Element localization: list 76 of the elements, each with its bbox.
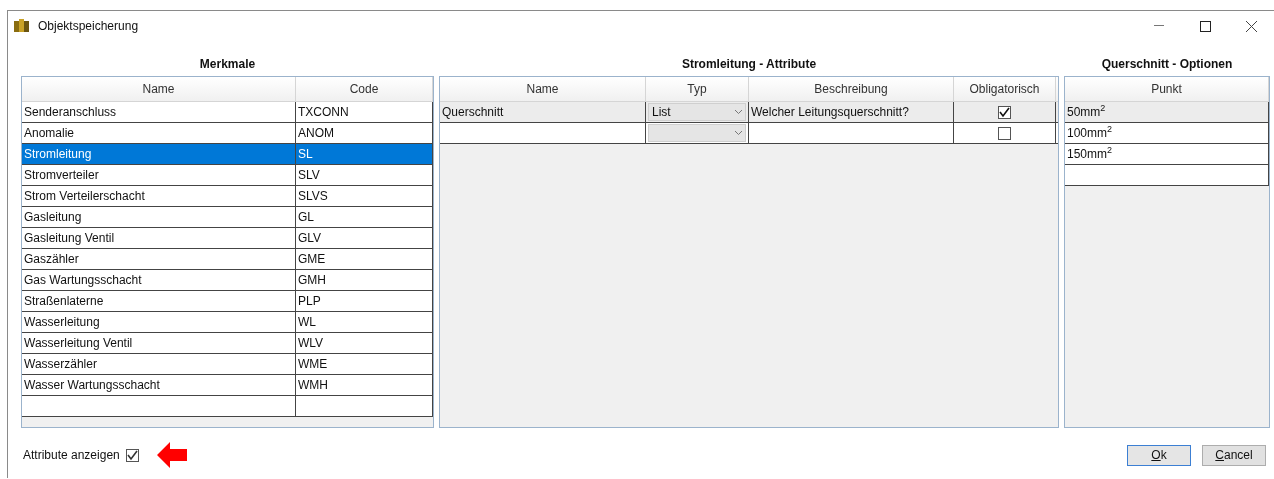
section-heading: Merkmale [199, 55, 256, 73]
table-row[interactable]: Gasleitung Ventil GLV [22, 228, 433, 249]
column-header[interactable]: Name [22, 77, 296, 101]
table-cell[interactable]: 100mm$^{2}$ [1065, 123, 1269, 143]
table-cell: Anomalie [22, 123, 296, 143]
table-row[interactable]: Stromleitung SL [22, 144, 433, 165]
close-icon [1245, 20, 1257, 32]
chevron-down-icon [735, 110, 742, 114]
table-cell: ANOM [296, 123, 433, 143]
table-cell: Wasserleitung [22, 312, 296, 332]
table-cell: Stromverteiler [22, 165, 296, 185]
table-cell: PLP [296, 291, 433, 311]
table-cell: GMH [296, 270, 433, 290]
table-cell: Welcher Leitungsquerschnitt? [749, 102, 954, 122]
table-cell: GME [296, 249, 433, 269]
table-cell: Senderanschluss [22, 102, 296, 122]
column-header[interactable]: Obligatorisch [954, 77, 1056, 101]
table-row[interactable]: Wasser Wartungsschacht WMH [22, 375, 433, 396]
maximize-icon [1199, 20, 1211, 32]
checkbox-label: Attribute anzeigen [23, 447, 120, 464]
table-row[interactable]: Stromverteiler SLV [22, 165, 433, 186]
table-cell: SLV [296, 165, 433, 185]
chevron-down-icon [735, 131, 742, 135]
minimize-icon [1154, 25, 1164, 27]
column-header[interactable]: Beschreibung [749, 77, 954, 101]
table-row[interactable]: Straßenlaterne PLP [22, 291, 433, 312]
table-row[interactable]: Senderanschluss TXCONN [22, 102, 433, 123]
table-cell: Querschnitt [440, 102, 646, 122]
table-row[interactable]: Gasleitung GL [22, 207, 433, 228]
table-cell: WMH [296, 375, 433, 395]
books-icon [14, 19, 30, 33]
table-row[interactable]: Strom Verteilerschacht SLVS [22, 186, 433, 207]
section-heading: Querschnitt - Optionen [1101, 55, 1233, 73]
ok-button[interactable]: Ok [1127, 444, 1191, 466]
checkbox[interactable] [998, 126, 1011, 140]
table-cell: GLV [296, 228, 433, 248]
table-row[interactable]: Querschnitt List Welcher Leitungsquerschnitt? [440, 102, 1058, 123]
table-row[interactable]: Wasserleitung Ventil WLV [22, 333, 433, 354]
cancel-button[interactable]: Cancel [1202, 444, 1266, 466]
table-cell: SLVS [296, 186, 433, 206]
table-cell[interactable]: 150mm$^{2}$ [1065, 144, 1269, 164]
table-cell: Gaszähler [22, 249, 296, 269]
type-dropdown[interactable]: List [648, 103, 746, 121]
table-cell: Straßenlaterne [22, 291, 296, 311]
table-row[interactable] [440, 123, 1058, 144]
table-row[interactable]: Wasserzähler WME [22, 354, 433, 375]
check-icon [126, 449, 138, 461]
table-cell: Gas Wartungsschacht [22, 270, 296, 290]
table-cell: Wasserleitung Ventil [22, 333, 296, 353]
table-cell: Wasserzähler [22, 354, 296, 374]
table-row[interactable]: Gaszähler GME [22, 249, 433, 270]
table-cell: WL [296, 312, 433, 332]
arrow-icon [156, 442, 187, 468]
table-row[interactable]: Anomalie ANOM [22, 123, 433, 144]
column-header[interactable]: Code [296, 77, 433, 101]
table-cell: Stromleitung [22, 144, 296, 164]
table-row[interactable]: Gas Wartungsschacht GMH [22, 270, 433, 291]
table-cell: SL [296, 144, 433, 164]
table-cell: WLV [296, 333, 433, 353]
checkbox[interactable] [998, 105, 1011, 119]
table-cell[interactable]: 50mm$^{2}$ [1065, 102, 1269, 122]
checkbox[interactable] [125, 448, 139, 462]
column-header[interactable]: Typ [646, 77, 749, 101]
table-cell: Gasleitung [22, 207, 296, 227]
table-cell: Wasser Wartungsschacht [22, 375, 296, 395]
table-cell: TXCONN [296, 102, 433, 122]
column-header[interactable]: Punkt [1065, 77, 1269, 101]
table-cell: WME [296, 354, 433, 374]
check-icon [999, 106, 1010, 118]
table-row[interactable]: Wasserleitung WL [22, 312, 433, 333]
table-cell: Gasleitung Ventil [22, 228, 296, 248]
window-title: Objektspeicherung [38, 18, 139, 35]
section-heading: Stromleitung - Attribute [681, 55, 817, 73]
column-header[interactable]: Name [440, 77, 646, 101]
table-cell: Strom Verteilerschacht [22, 186, 296, 206]
table-cell: GL [296, 207, 433, 227]
